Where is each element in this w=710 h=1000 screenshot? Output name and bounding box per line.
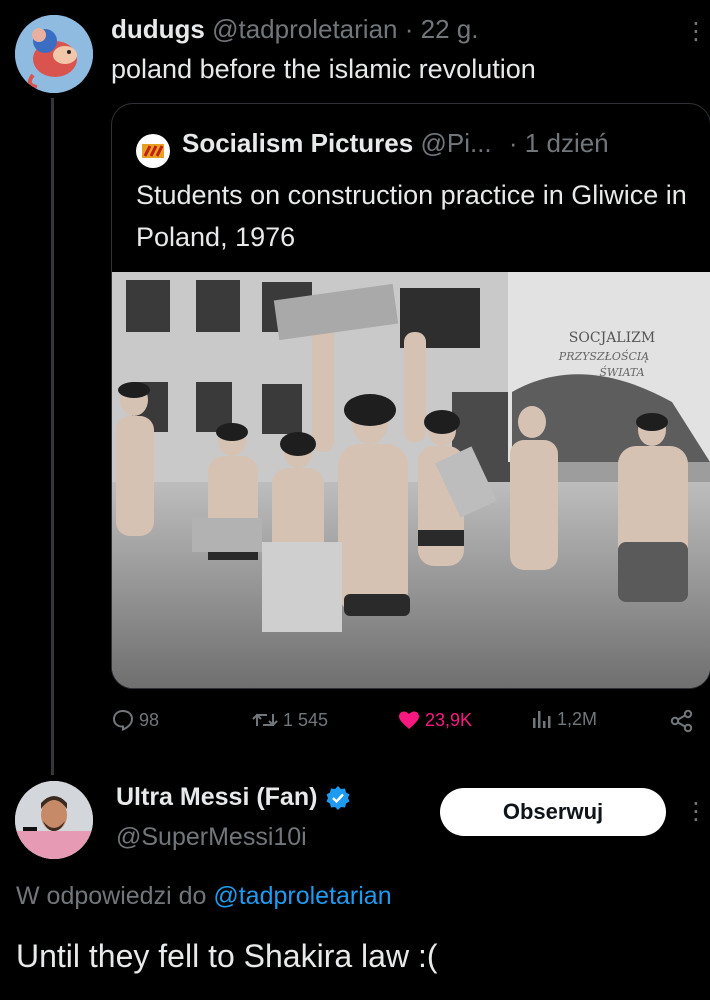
sign-line-2: PRZYSZŁOŚCIĄ <box>558 349 649 363</box>
reply-action[interactable]: 98 <box>111 708 159 732</box>
quote-photo[interactable]: SOCJALIZM PRZYSZŁOŚCIĄ ŚWIATA <box>112 272 710 688</box>
reply-author-name[interactable]: Ultra Messi (Fan) <box>116 783 317 812</box>
more-vertical-icon[interactable]: ⋮ <box>684 20 708 44</box>
quote-text: Students on construction practice in Gli… <box>136 180 687 252</box>
heart-filled-icon <box>399 711 419 729</box>
socialism-pictures-logo-icon <box>136 134 170 168</box>
post-time[interactable]: 22 g. <box>421 14 479 44</box>
views-bar-chart-icon <box>533 711 551 728</box>
share-action[interactable] <box>669 708 695 734</box>
repost-count: 1 545 <box>283 709 329 730</box>
quote-time[interactable]: 1 dzień <box>525 128 609 158</box>
reply-text: Until they fell to Shakira law :( <box>16 938 438 974</box>
more-vertical-icon[interactable]: ⋮ <box>684 800 708 824</box>
follow-button[interactable]: Obserwuj <box>440 788 666 836</box>
verified-badge-icon <box>326 785 350 810</box>
views-count: 1,2M <box>557 708 598 729</box>
share-icon <box>670 709 693 733</box>
post-text: poland before the islamic revolution <box>111 54 536 84</box>
like-count: 23,9K <box>425 709 473 730</box>
sign-line-3: ŚWIATA <box>599 365 644 379</box>
reply-author-avatar[interactable] <box>15 781 93 859</box>
separator: · <box>508 128 518 158</box>
reply-count: 98 <box>139 709 160 730</box>
views-action[interactable]: 1,2M <box>531 708 597 730</box>
construction-photo: SOCJALIZM PRZYSZŁOŚCIĄ ŚWIATA <box>112 272 710 688</box>
quote-header: Socialism Pictures @Pi... · 1 dzień <box>182 128 609 159</box>
repost-icon <box>252 713 278 727</box>
rat-avatar-icon <box>15 15 93 93</box>
author-handle[interactable]: @tadproletarian <box>212 14 397 44</box>
reply-author-row: Ultra Messi (Fan) <box>116 783 351 812</box>
action-bar: 98 1 545 23,9K 1,2M <box>111 704 701 744</box>
post-header: dudugs @tadproletarian · 22 g. <box>111 14 478 45</box>
author-avatar[interactable] <box>15 15 93 93</box>
author-name[interactable]: dudugs <box>111 14 205 44</box>
messi-avatar-icon <box>15 781 93 859</box>
sign-line-1: SOCJALIZM <box>569 330 655 346</box>
quote-author-name[interactable]: Socialism Pictures <box>182 128 413 158</box>
thread-line <box>51 98 54 775</box>
reply-author-handle[interactable]: @SuperMessi10i <box>116 823 307 852</box>
reply-bubble-icon <box>112 709 134 732</box>
reply-prefix: W odpowiedzi do <box>16 882 207 910</box>
separator: · <box>404 14 414 44</box>
repost-action[interactable]: 1 545 <box>251 708 328 732</box>
reply-to-link[interactable]: @tadproletarian <box>213 882 391 910</box>
like-action[interactable]: 23,9K <box>397 708 472 732</box>
quoted-post[interactable]: Socialism Pictures @Pi... · 1 dzień Stud… <box>111 103 710 689</box>
replying-to: W odpowiedzi do @tadproletarian <box>16 882 392 911</box>
quote-author-handle[interactable]: @Pi... <box>420 128 491 158</box>
